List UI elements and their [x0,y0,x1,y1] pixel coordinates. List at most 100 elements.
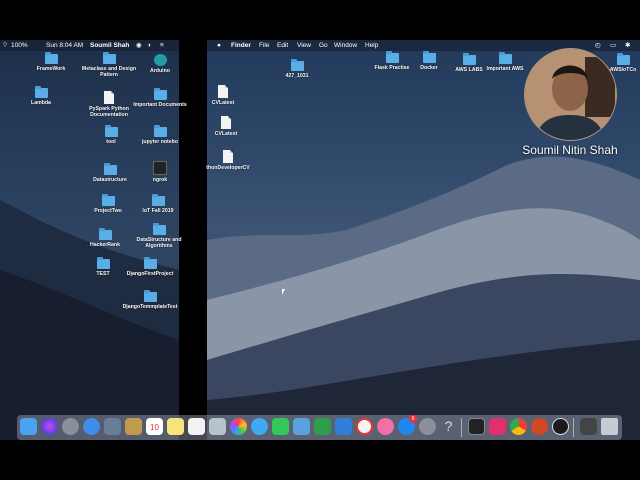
folder-icon [101,194,115,206]
desktop-app-arduino[interactable]: Arduino [132,54,188,74]
finder-icon[interactable] [20,418,37,435]
menu-edit[interactable]: Edit [277,40,288,51]
folder-icon [153,88,167,100]
folder-icon [616,53,630,65]
dock-separator [461,418,462,437]
menu-extras-icon[interactable]: ≡ [160,40,164,51]
wifi-icon[interactable]: ⌔ [2,40,8,51]
desktop-folder-metaclass[interactable]: Metaclass and Design Pattern [81,52,137,78]
siri-icon[interactable] [41,418,58,435]
document-icon [221,116,231,129]
folder-icon [498,52,512,64]
folder-icon [34,86,48,98]
folder-icon [385,51,399,63]
document-icon [223,150,233,163]
menu-help[interactable]: Help [365,40,378,51]
desktop-folder-hackerrank[interactable]: HackerRank [77,228,133,248]
music-icon[interactable] [377,418,394,435]
menu-view[interactable]: View [297,40,311,51]
notes-icon[interactable] [125,418,142,435]
desktop-exec-ngrok[interactable]: ngrok [132,161,188,183]
preview-docs-icon[interactable] [293,418,310,435]
minimized-window-icon[interactable] [580,418,597,435]
folder-icon [422,51,436,63]
desktop-folder-framework[interactable]: FrameWork [23,52,79,72]
safari-icon[interactable] [83,418,100,435]
desktop-folder-427-1031[interactable]: 427_1031 [269,59,325,79]
menu-file[interactable]: File [259,40,269,51]
time-machine-icon[interactable]: ◴ [595,40,601,51]
screen-record-icon[interactable]: ◉ [136,40,142,51]
folder-icon [151,194,165,206]
desktop-folder-iot-fall-2019[interactable]: IoT Fall 2019 [130,194,186,214]
folder-icon [102,52,116,64]
airplay-icon[interactable]: ▭ [610,40,616,51]
desktop-doc-pythondevelopercv[interactable]: thonDeveloperCV [200,150,256,171]
numbers-icon[interactable] [314,418,331,435]
arduino-icon [153,54,167,66]
desktop-doc-pyspark[interactable]: PySpark Python Documentation [81,91,137,118]
preview-icon[interactable] [104,418,121,435]
apple-menu-icon[interactable]: ● [217,40,221,51]
dock: 10 9 ? [17,415,622,440]
terminal-exec-icon [153,161,167,175]
help-icon[interactable]: ? [440,418,457,435]
stickies-icon[interactable] [167,418,184,435]
folder-icon [143,257,157,269]
desktop-folder-projecttwo[interactable]: ProjectTwo [80,194,136,214]
terminal-icon[interactable] [468,418,485,435]
calendar-icon[interactable]: 10 [146,418,163,435]
messages-icon[interactable] [251,418,268,435]
desktop-folder-djangofirstproject[interactable]: DjangoFirstProject [122,257,178,277]
folder-icon [98,228,112,240]
person-avatar [525,49,616,140]
siri-menu-icon[interactable]: ◐ [148,40,152,51]
chrome-icon[interactable] [510,418,527,435]
app-store-badge: 9 [409,415,417,423]
desktop-folder-tool[interactable]: tool [83,125,139,145]
news-icon[interactable] [356,418,373,435]
launchpad-icon[interactable] [62,418,79,435]
dock-separator [573,418,574,437]
system-preferences-icon[interactable] [419,418,436,435]
desktop-folder-jupyter[interactable]: jupyter notebo [132,125,188,145]
folder-icon [104,125,118,137]
bluetooth-icon[interactable]: ✱ [625,40,630,51]
keynote-icon[interactable] [335,418,352,435]
photos-icon[interactable] [230,418,247,435]
facetime-icon[interactable] [272,418,289,435]
desktop-folder-important-aws[interactable]: Important AWS [477,52,533,72]
battery-status[interactable]: 100% [11,40,28,51]
photo-booth-icon[interactable] [209,418,226,435]
desktop-folder-djangotemplatetest[interactable]: DjangoTemmplateTest [122,290,178,310]
desktop-folder-datastructure[interactable]: Datastructure [82,163,138,183]
menu-window[interactable]: Window [334,40,357,51]
mouse-cursor [282,289,285,295]
menu-bar: ⌔ 100% Sun 8:04 AM Soumil Shah ◉ ◐ ≡ [0,40,179,51]
powerpoint-icon[interactable] [531,418,548,435]
menu-go[interactable]: Go [319,40,328,51]
menu-clock[interactable]: Sun 8:04 AM [46,40,83,51]
desktop-folder-important-documents[interactable]: Important Documents [132,88,188,108]
obs-icon[interactable] [552,418,569,435]
intellij-icon[interactable] [489,418,506,435]
folder-icon [290,59,304,71]
menu-user[interactable]: Soumil Shah [90,40,129,51]
document-icon [218,85,228,98]
desktop-folder-datastructure-algorithms[interactable]: DataStructure and Algorithms [131,223,187,249]
desktop-doc-cvlatest-2[interactable]: CVLatest [198,116,254,137]
folder-icon [103,163,117,175]
folder-icon [44,52,58,64]
presenter-name: Soumil Nitin Shah [522,143,618,157]
document-icon [104,91,114,104]
menu-finder[interactable]: Finder [231,40,251,51]
folder-icon [143,290,157,302]
folder-icon [152,223,166,235]
desktop-folder-lambda[interactable]: Lambda [13,86,69,106]
folder-icon [153,125,167,137]
reminders-icon[interactable] [188,418,205,435]
desktop-folder-awsiotco[interactable]: AWSIoTCo [606,53,640,73]
trash-icon[interactable] [601,418,618,435]
webcam-overlay [524,48,617,141]
desktop-doc-cvlatest-1[interactable]: CVLatest [195,85,251,106]
